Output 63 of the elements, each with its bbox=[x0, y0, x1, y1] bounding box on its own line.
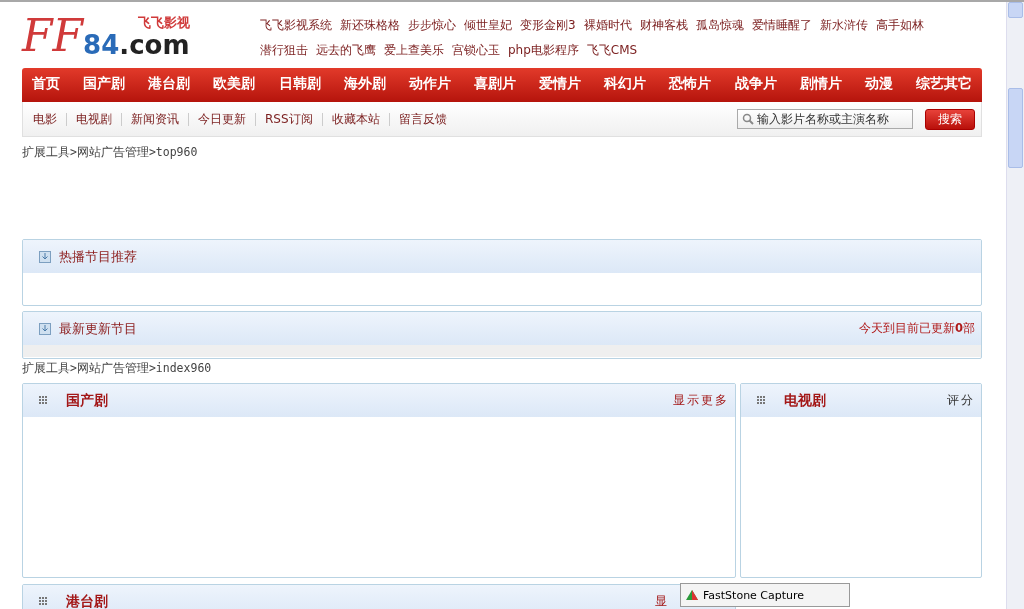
hot-link[interactable]: 宫锁心玉 bbox=[452, 42, 500, 59]
search-icon bbox=[742, 113, 754, 125]
hot-link[interactable]: 新还珠格格 bbox=[340, 17, 400, 34]
hot-link[interactable]: 潜行狙击 bbox=[260, 42, 308, 59]
nav-tab[interactable]: 喜剧片 bbox=[474, 72, 516, 98]
sub-nav-link[interactable]: 电影 bbox=[33, 110, 57, 128]
nav-tab[interactable]: 海外剧 bbox=[343, 72, 386, 98]
more-link[interactable]: 显 bbox=[655, 593, 669, 609]
sub-nav-link[interactable]: 电视剧 bbox=[76, 110, 112, 128]
update-count: 今天到目前已更新0部 bbox=[859, 321, 975, 336]
hot-link[interactable]: 爱上查美乐 bbox=[384, 42, 444, 59]
hot-link[interactable]: 财神客栈 bbox=[639, 17, 688, 34]
nav-tab[interactable]: 战争片 bbox=[734, 72, 777, 98]
nav-tab[interactable]: 剧情片 bbox=[799, 72, 842, 98]
sub-nav-link[interactable]: RSS订阅 bbox=[265, 110, 313, 128]
search-field[interactable]: 输入影片名称或主演名称 bbox=[737, 109, 913, 129]
site-logo[interactable]: FF 飞飞影视 84.com bbox=[22, 2, 260, 58]
panel-title: 热播节目推荐 bbox=[59, 247, 137, 266]
nav-tab[interactable]: 首页 bbox=[32, 72, 60, 98]
hot-link[interactable]: 裸婚时代 bbox=[583, 17, 632, 34]
hot-link[interactable]: 飞飞CMS bbox=[586, 42, 638, 59]
grip-icon bbox=[757, 396, 766, 405]
ad-placeholder-text: 扩展工具>网站广告管理>top960 bbox=[22, 145, 198, 159]
popup-title: FastStone Capture bbox=[703, 588, 805, 602]
nav-tab[interactable]: 欧美剧 bbox=[213, 72, 256, 98]
capture-tool-popup[interactable]: FastStone Capture bbox=[680, 583, 850, 607]
hot-link[interactable]: 新水浒传 bbox=[819, 17, 868, 34]
hot-link[interactable]: 飞飞影视系统 bbox=[260, 17, 332, 34]
rating-label: 评分 bbox=[947, 392, 975, 409]
triangle-logo-icon bbox=[685, 589, 699, 601]
hot-link[interactable]: 倾世皇妃 bbox=[464, 17, 512, 34]
hot-link[interactable]: 远去的飞鹰 bbox=[316, 42, 376, 59]
sub-nav-link[interactable]: 留言反馈 bbox=[398, 110, 447, 128]
download-icon bbox=[39, 250, 51, 263]
hot-link[interactable]: 高手如林 bbox=[875, 17, 924, 34]
grip-icon bbox=[39, 597, 48, 606]
nav-tab[interactable]: 恐怖片 bbox=[669, 72, 712, 98]
sub-nav-link[interactable]: 新闻资讯 bbox=[131, 110, 179, 128]
nav-tab[interactable]: 日韩剧 bbox=[278, 72, 321, 98]
grip-icon bbox=[39, 396, 48, 405]
more-link[interactable]: 显示更多 bbox=[673, 392, 729, 409]
hot-link[interactable]: 步步惊心 bbox=[408, 17, 456, 34]
nav-tab[interactable]: 动作片 bbox=[408, 72, 451, 98]
ad-placeholder-text: 扩展工具>网站广告管理>index960 bbox=[22, 361, 212, 375]
panel-title: 电视剧 bbox=[784, 391, 826, 410]
panel-title: 国产剧 bbox=[66, 391, 108, 410]
nav-tab[interactable]: 综艺其它 bbox=[915, 72, 972, 98]
panel-title: 港台剧 bbox=[66, 592, 108, 609]
download-icon bbox=[39, 322, 51, 335]
sub-nav-link[interactable]: 今日更新 bbox=[198, 110, 246, 128]
nav-tab[interactable]: 科幻片 bbox=[604, 72, 647, 98]
scrollbar[interactable] bbox=[1006, 2, 1024, 609]
nav-tab[interactable]: 国产剧 bbox=[83, 72, 126, 98]
hot-link[interactable]: 爱情睡醒了 bbox=[751, 17, 812, 34]
search-button[interactable]: 搜索 bbox=[925, 108, 975, 130]
hot-link[interactable]: php电影程序 bbox=[508, 42, 579, 59]
hot-link[interactable]: 孤岛惊魂 bbox=[695, 17, 744, 34]
sub-nav-link[interactable]: 收藏本站 bbox=[331, 110, 380, 128]
nav-tab[interactable]: 爱情片 bbox=[539, 72, 582, 98]
panel-title: 最新更新节目 bbox=[59, 319, 137, 338]
nav-tab[interactable]: 港台剧 bbox=[148, 72, 191, 98]
nav-tab[interactable]: 动漫 bbox=[864, 72, 893, 98]
hot-link[interactable]: 变形金刚3 bbox=[520, 17, 576, 34]
